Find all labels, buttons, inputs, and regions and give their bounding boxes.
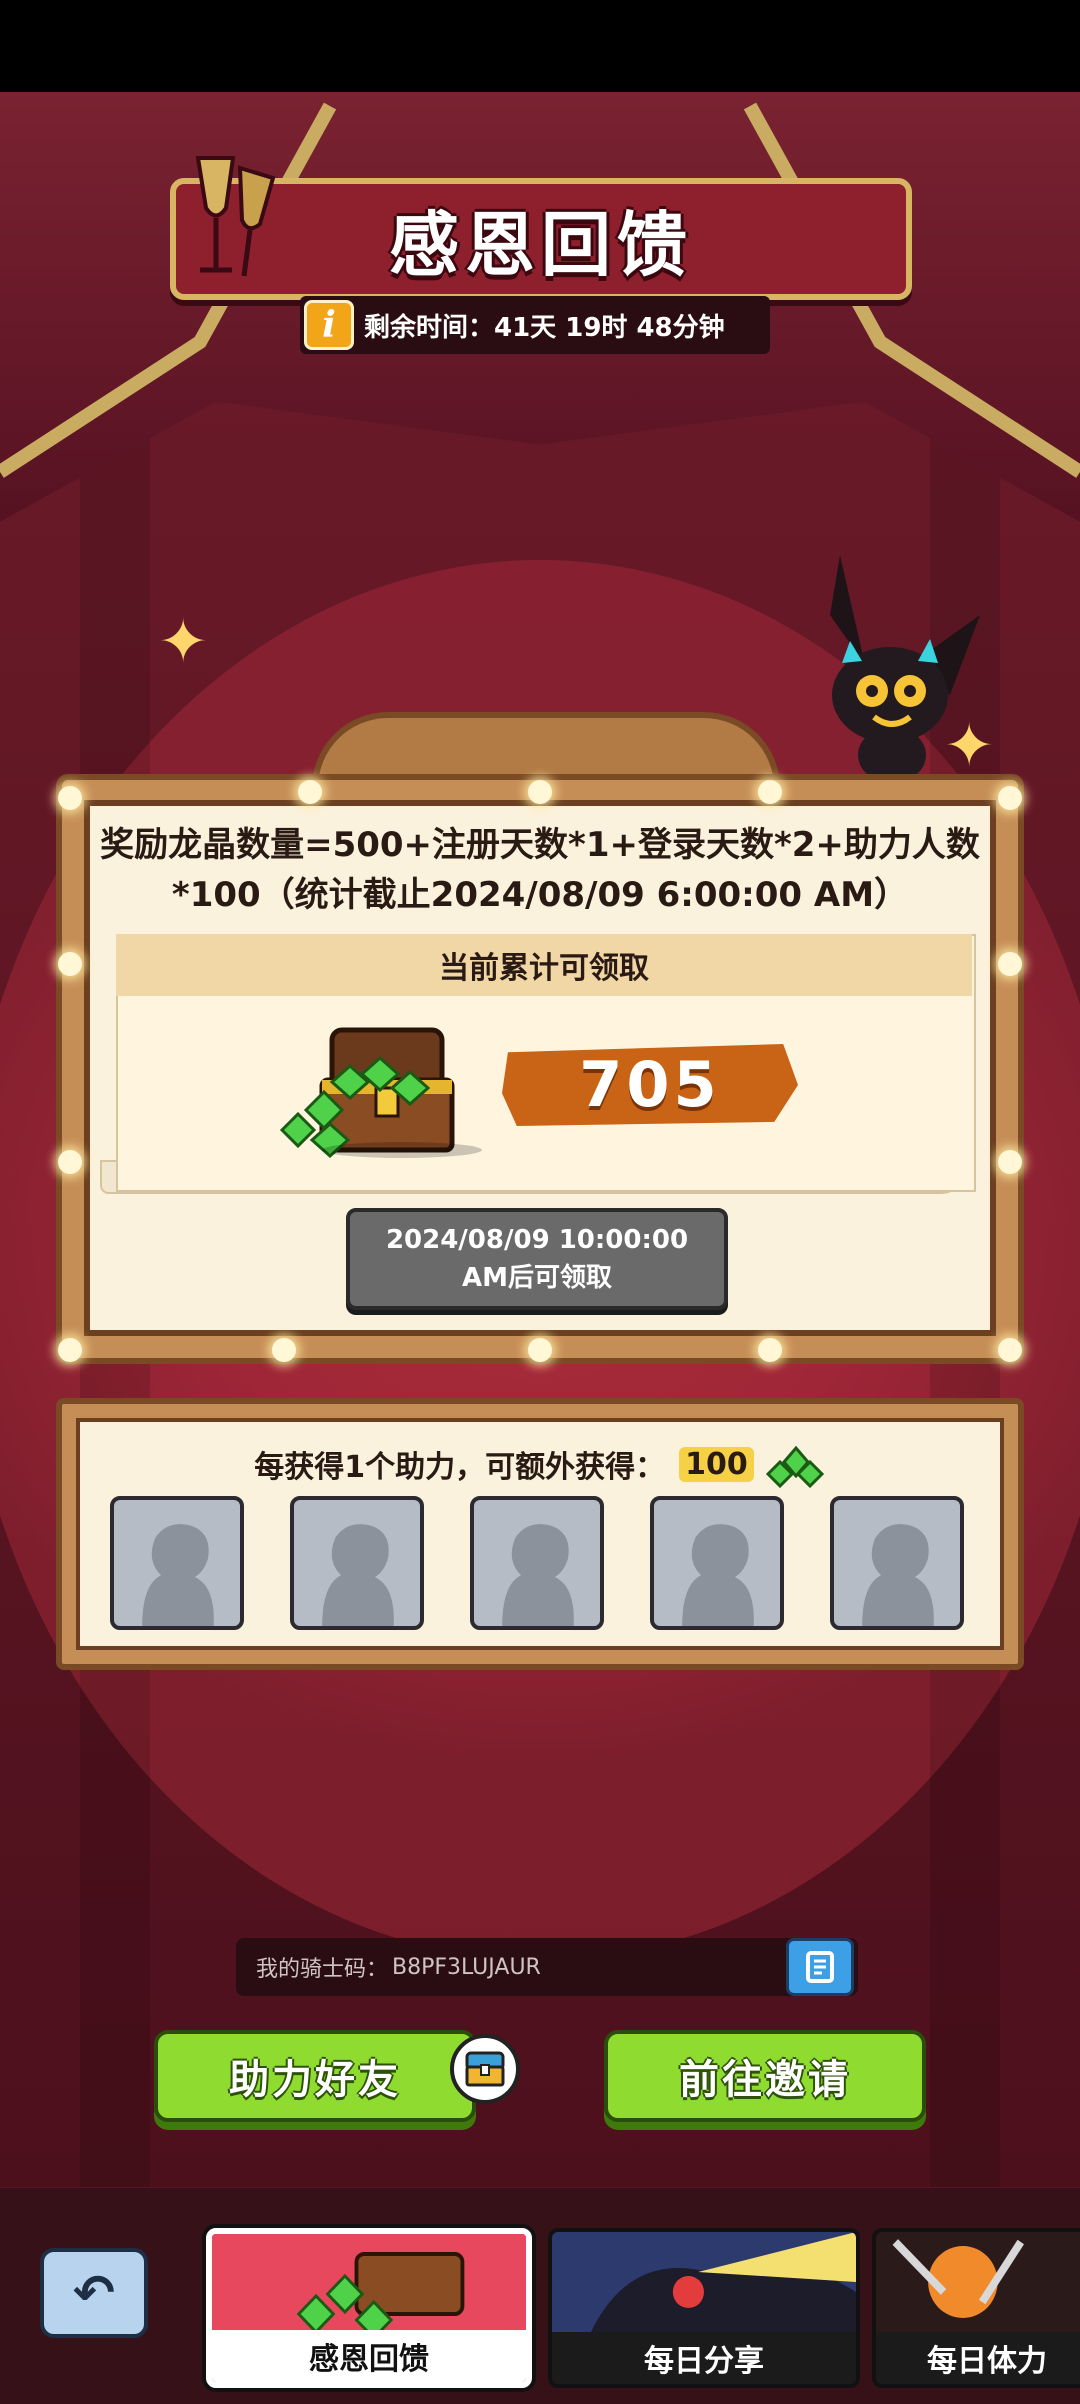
- helper-bonus-value: 100: [679, 1446, 754, 1482]
- light-bulb: [272, 1338, 296, 1362]
- helper-slot[interactable]: [470, 1496, 604, 1630]
- reward-amount: 705: [579, 1047, 721, 1121]
- treasure-chest-icon: [465, 2051, 505, 2087]
- light-bulb: [998, 952, 1022, 976]
- back-arrow-icon: ↶: [73, 2264, 115, 2322]
- empty-avatar-icon: [862, 1524, 934, 1626]
- tab-label: 每日体力: [876, 2332, 1080, 2384]
- light-bulb: [758, 1338, 782, 1362]
- helper-slot[interactable]: [290, 1496, 424, 1630]
- tab-daily-share[interactable]: 每日分享: [548, 2228, 860, 2388]
- reward-panel-title: 当前累计可领取: [116, 934, 972, 996]
- crystal-icon: [765, 1445, 824, 1488]
- helper-bonus-row: 每获得1个助力，可额外获得： 100: [76, 1438, 1004, 1490]
- info-icon[interactable]: i: [304, 300, 354, 350]
- status-bar: [0, 0, 1080, 92]
- tab-daily-stamina-art: [876, 2232, 1080, 2334]
- remaining-time-bar: i 剩余时间：41天 19时 48分钟: [300, 296, 770, 354]
- page-title: 感恩回馈: [389, 203, 693, 286]
- tab-daily-stamina[interactable]: 每日体力: [872, 2228, 1080, 2388]
- chest-bubble-icon: [450, 2034, 520, 2104]
- empty-avatar-icon: [502, 1524, 574, 1626]
- tab-daily-share-art: [552, 2232, 856, 2334]
- help-friend-button[interactable]: 助力好友: [154, 2030, 476, 2122]
- light-bulb: [758, 780, 782, 804]
- tab-label: 每日分享: [552, 2332, 856, 2384]
- back-button[interactable]: ↶: [40, 2248, 148, 2338]
- sparkle-icon: ✦: [158, 607, 209, 677]
- remaining-time-label: 剩余时间：41天 19时 48分钟: [364, 312, 725, 343]
- empty-avatar-icon: [142, 1524, 214, 1626]
- light-bulb: [528, 780, 552, 804]
- tab-thanksgiving-art: [212, 2234, 526, 2336]
- bat-demon-mascot: [830, 555, 980, 783]
- light-bulb: [58, 952, 82, 976]
- claim-button[interactable]: 2024/08/09 10:00:00 AM后可领取: [346, 1208, 728, 1310]
- helper-slot[interactable]: [110, 1496, 244, 1630]
- light-bulb: [58, 786, 82, 810]
- light-bulb: [998, 1338, 1022, 1362]
- knight-code-bar: 我的骑士码： B8PF3LUJAUR: [236, 1938, 858, 1996]
- helper-bonus-text: 每获得1个助力，可额外获得：: [254, 1450, 666, 1485]
- light-bulb: [58, 1338, 82, 1362]
- light-bulb: [998, 786, 1022, 810]
- invite-button[interactable]: 前往邀请: [604, 2030, 926, 2122]
- empty-avatar-icon: [682, 1524, 754, 1626]
- light-bulb: [998, 1150, 1022, 1174]
- empty-avatar-icon: [322, 1524, 394, 1626]
- reward-formula: 奖励龙晶数量=500+注册天数*1+登录天数*2+助力人数*100（统计截止20…: [100, 825, 980, 915]
- copy-code-button[interactable]: [786, 1938, 854, 1996]
- treasure-chest-icon: [279, 1027, 482, 1159]
- light-bulb: [528, 1338, 552, 1362]
- copy-icon: [806, 1951, 834, 1983]
- knight-code-label: 我的骑士码：: [256, 1957, 389, 1982]
- light-bulb: [298, 780, 322, 804]
- tab-label: 感恩回馈: [212, 2330, 526, 2382]
- helper-slot[interactable]: [830, 1496, 964, 1630]
- light-bulb: [58, 1150, 82, 1174]
- tab-thanksgiving[interactable]: 感恩回馈: [206, 2228, 532, 2388]
- helper-slot[interactable]: [650, 1496, 784, 1630]
- knight-code-value: B8PF3LUJAUR: [392, 1954, 541, 1980]
